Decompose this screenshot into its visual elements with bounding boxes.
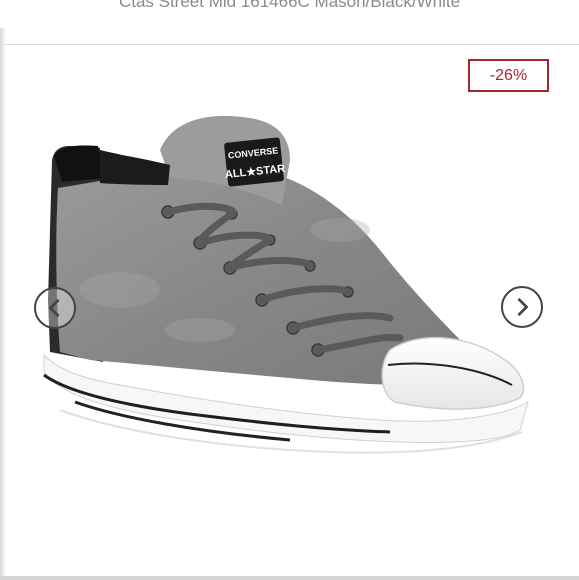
chevron-right-icon [517, 298, 528, 316]
chevron-left-icon [49, 299, 60, 317]
previous-image-button[interactable] [34, 287, 76, 329]
gallery-bottom-divider [0, 576, 579, 580]
next-image-button[interactable] [501, 286, 543, 328]
discount-badge: -26% [468, 59, 549, 92]
